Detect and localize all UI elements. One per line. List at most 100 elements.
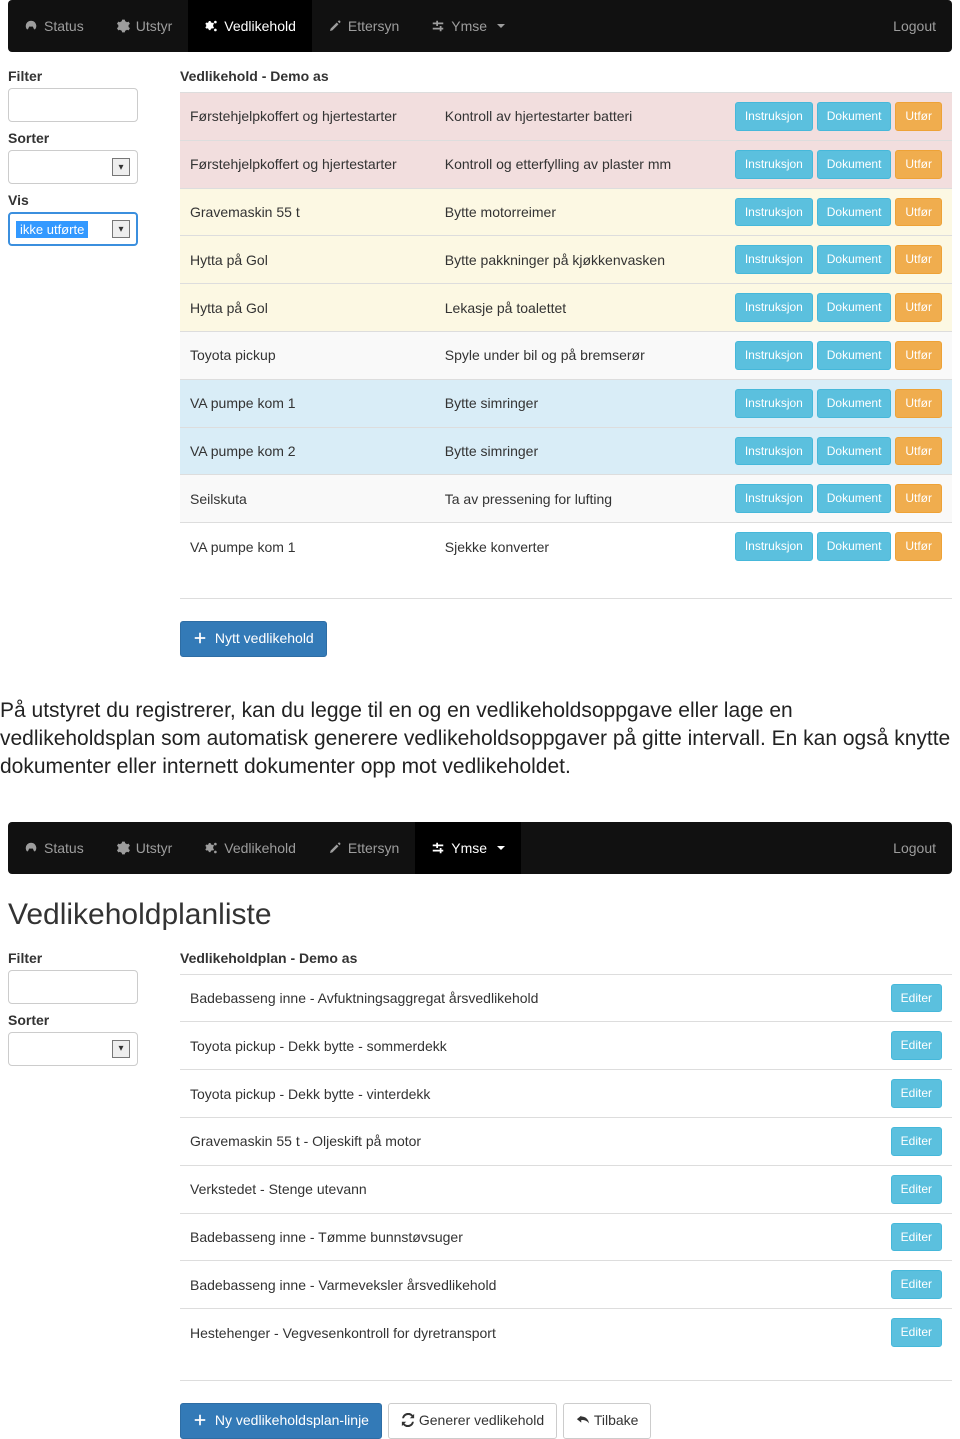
editer-button[interactable]: Editer [891, 1270, 942, 1299]
instruksjon-button[interactable]: Instruksjon [735, 102, 813, 131]
vis-select[interactable]: ikke utførte [8, 212, 138, 246]
instruksjon-button[interactable]: Instruksjon [735, 532, 813, 561]
sorter-select-2[interactable] [8, 1032, 138, 1066]
task-cell: Kontroll av hjertestarter batteri [435, 93, 704, 141]
sorter-label: Sorter [8, 130, 168, 146]
pencil-icon [328, 841, 342, 855]
utfor-button[interactable]: Utfør [895, 198, 942, 227]
dokument-button[interactable]: Dokument [817, 484, 892, 513]
dokument-button[interactable]: Dokument [817, 341, 892, 370]
utfor-button[interactable]: Utfør [895, 389, 942, 418]
actions-cell: Editer [827, 1070, 952, 1118]
table-row: SeilskutaTa av pressening for luftingIns… [180, 475, 952, 523]
table-row: Toyota pickup - Dekk bytte - vinterdekkE… [180, 1070, 952, 1118]
task-cell: Ta av pressening for lufting [435, 475, 704, 523]
actions-cell: Editer [827, 1165, 952, 1213]
gear-icon [116, 19, 130, 33]
actions-cell: Instruksjon Dokument Utfør [704, 427, 952, 475]
cogs-icon [204, 19, 218, 33]
actions-cell: Instruksjon Dokument Utfør [704, 523, 952, 570]
new-maintenance-button[interactable]: Nytt vedlikehold [180, 621, 327, 657]
utfor-button[interactable]: Utfør [895, 150, 942, 179]
editer-button[interactable]: Editer [891, 1031, 942, 1060]
instruksjon-button[interactable]: Instruksjon [735, 293, 813, 322]
editer-button[interactable]: Editer [891, 1175, 942, 1204]
nav-item-status[interactable]: Status [8, 0, 100, 52]
table-row: Hytta på GolBytte pakkninger på kjøkkenv… [180, 236, 952, 284]
task-cell: Bytte simringer [435, 379, 704, 427]
nav-item-ymse[interactable]: Ymse [415, 822, 521, 874]
nav-item-utstyr[interactable]: Utstyr [100, 822, 189, 874]
actions-cell: Editer [827, 1261, 952, 1309]
task-cell: Kontroll og etterfylling av plaster mm [435, 140, 704, 188]
editer-button[interactable]: Editer [891, 1223, 942, 1252]
task-cell: Bytte motorreimer [435, 188, 704, 236]
dokument-button[interactable]: Dokument [817, 150, 892, 179]
generate-maintenance-button[interactable]: Generer vedlikehold [388, 1403, 557, 1439]
sidebar-2: Filter Sorter ▾ [8, 950, 168, 1439]
editer-button[interactable]: Editer [891, 984, 942, 1013]
nav-item-status[interactable]: Status [8, 822, 100, 874]
actions-cell: Instruksjon Dokument Utfør [704, 379, 952, 427]
editer-button[interactable]: Editer [891, 1127, 942, 1156]
pencil-icon [328, 19, 342, 33]
nav-item-ymse[interactable]: Ymse [415, 0, 521, 52]
instruksjon-button[interactable]: Instruksjon [735, 484, 813, 513]
instruksjon-button[interactable]: Instruksjon [735, 150, 813, 179]
back-button[interactable]: Tilbake [563, 1403, 651, 1439]
nav-item-vedlikehold[interactable]: Vedlikehold [188, 0, 312, 52]
plan-cell: Verkstedet - Stenge utevann [180, 1165, 827, 1213]
maintenance-table: Førstehjelpkoffert og hjertestarterKontr… [180, 92, 952, 570]
utfor-button[interactable]: Utfør [895, 484, 942, 513]
utfor-button[interactable]: Utfør [895, 245, 942, 274]
instruksjon-button[interactable]: Instruksjon [735, 245, 813, 274]
utfor-button[interactable]: Utfør [895, 341, 942, 370]
task-cell: Lekasje på toalettet [435, 284, 704, 332]
nav-item-ettersyn[interactable]: Ettersyn [312, 822, 415, 874]
vis-label: Vis [8, 192, 168, 208]
table-row: VA pumpe kom 1Sjekke konverterInstruksjo… [180, 523, 952, 570]
sliders-icon [431, 19, 445, 33]
dokument-button[interactable]: Dokument [817, 102, 892, 131]
logout-link[interactable]: Logout [877, 840, 952, 856]
actions-cell: Instruksjon Dokument Utfør [704, 475, 952, 523]
actions-cell: Editer [827, 974, 952, 1022]
utfor-button[interactable]: Utfør [895, 293, 942, 322]
table-row: Badebasseng inne - Avfuktningsaggregat å… [180, 974, 952, 1022]
dashboard-icon [24, 19, 38, 33]
utfor-button[interactable]: Utfør [895, 532, 942, 561]
nav-item-vedlikehold[interactable]: Vedlikehold [188, 822, 312, 874]
equipment-cell: Hytta på Gol [180, 284, 435, 332]
filter-input[interactable] [8, 88, 138, 122]
table-row: VA pumpe kom 2Bytte simringerInstruksjon… [180, 427, 952, 475]
cogs-icon [204, 841, 218, 855]
dokument-button[interactable]: Dokument [817, 245, 892, 274]
new-plan-line-button[interactable]: Ny vedlikeholdsplan-linje [180, 1403, 382, 1439]
editer-button[interactable]: Editer [891, 1318, 942, 1347]
instruksjon-button[interactable]: Instruksjon [735, 389, 813, 418]
nav-item-utstyr[interactable]: Utstyr [100, 0, 189, 52]
reply-icon [576, 1413, 590, 1427]
caret-down-icon [497, 846, 505, 850]
nav-item-ettersyn[interactable]: Ettersyn [312, 0, 415, 52]
instruksjon-button[interactable]: Instruksjon [735, 341, 813, 370]
instruksjon-button[interactable]: Instruksjon [735, 437, 813, 466]
sorter-select[interactable] [8, 150, 138, 184]
panel-heading-1: Vedlikehold - Demo as [180, 68, 952, 84]
logout-link[interactable]: Logout [877, 18, 952, 34]
dokument-button[interactable]: Dokument [817, 389, 892, 418]
dokument-button[interactable]: Dokument [817, 198, 892, 227]
table-row: Gravemaskin 55 tBytte motorreimerInstruk… [180, 188, 952, 236]
utfor-button[interactable]: Utfør [895, 102, 942, 131]
filter-input-2[interactable] [8, 970, 138, 1004]
dokument-button[interactable]: Dokument [817, 293, 892, 322]
dokument-button[interactable]: Dokument [817, 532, 892, 561]
instruksjon-button[interactable]: Instruksjon [735, 198, 813, 227]
utfor-button[interactable]: Utfør [895, 437, 942, 466]
table-row: Førstehjelpkoffert og hjertestarterKontr… [180, 140, 952, 188]
editer-button[interactable]: Editer [891, 1079, 942, 1108]
table-row: Hestehenger - Vegvesenkontroll for dyret… [180, 1309, 952, 1356]
dokument-button[interactable]: Dokument [817, 437, 892, 466]
table-row: Toyota pickup - Dekk bytte - sommerdekkE… [180, 1022, 952, 1070]
plan-cell: Badebasseng inne - Avfuktningsaggregat å… [180, 974, 827, 1022]
